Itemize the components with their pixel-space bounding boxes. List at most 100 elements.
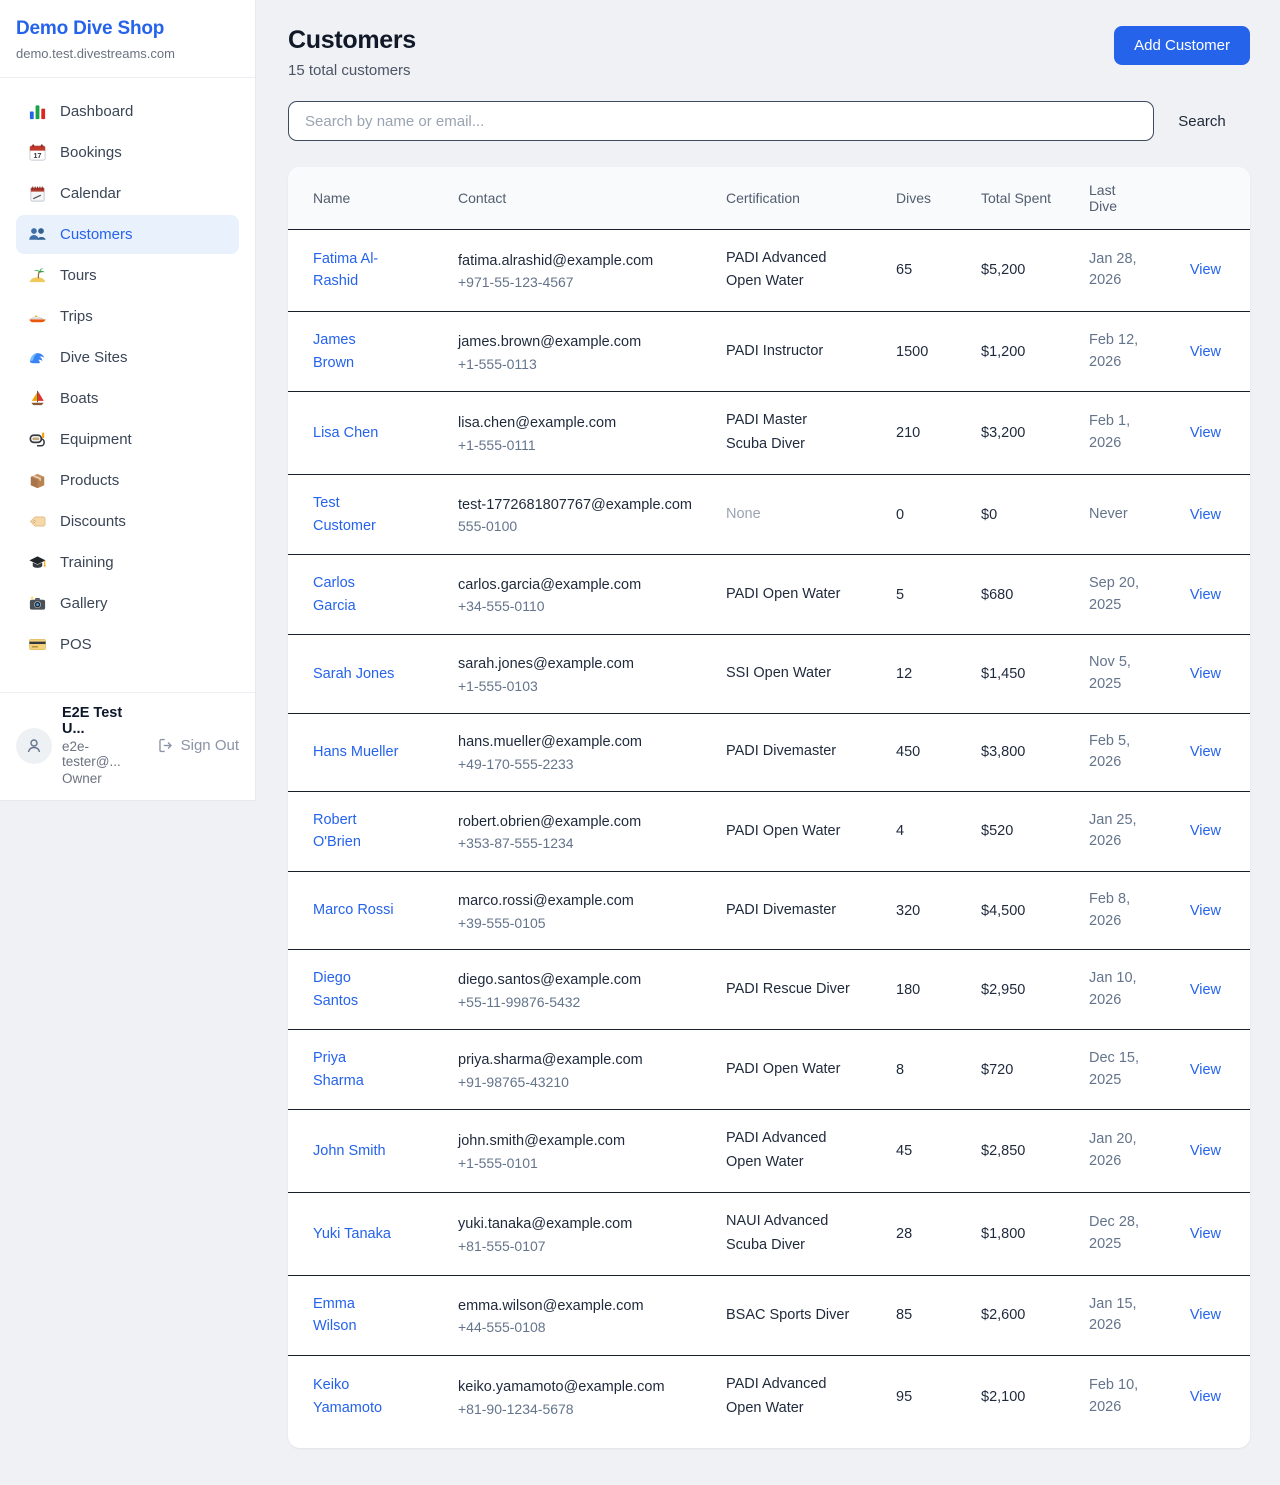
sidebar-item-dashboard[interactable]: Dashboard <box>16 92 239 131</box>
sidebar-item-pos[interactable]: POS <box>16 625 239 664</box>
sidebar-item-equipment[interactable]: Equipment <box>16 420 239 459</box>
customer-dives: 210 <box>884 392 969 475</box>
customer-phone: +81-555-0107 <box>458 1238 702 1254</box>
table-row: Emma Wilson emma.wilson@example.com +44-… <box>288 1276 1250 1356</box>
customer-last-dive: Feb 10, 2026 <box>1077 1355 1175 1437</box>
sign-out-label: Sign Out <box>181 737 239 754</box>
search-button[interactable]: Search <box>1154 103 1250 140</box>
view-link[interactable]: View <box>1190 507 1221 523</box>
sidebar-item-bookings[interactable]: 17Bookings <box>16 133 239 172</box>
customer-email: marco.rossi@example.com <box>458 891 702 913</box>
view-link[interactable]: View <box>1190 1143 1221 1159</box>
customer-phone: +353-87-555-1234 <box>458 835 702 851</box>
customer-certification: PADI Open Water <box>714 792 884 872</box>
view-link[interactable]: View <box>1190 903 1221 919</box>
customer-last-dive: Feb 12, 2026 <box>1077 312 1175 392</box>
column-header-last-dive: Last Dive <box>1077 167 1175 229</box>
view-link[interactable]: View <box>1190 344 1221 360</box>
customer-name-link[interactable]: Fatima Al-Rashid <box>313 251 378 289</box>
sidebar-item-training[interactable]: Training <box>16 543 239 582</box>
sidebar-item-discounts[interactable]: Discounts <box>16 502 239 541</box>
add-customer-button[interactable]: Add Customer <box>1114 26 1250 65</box>
view-link[interactable]: View <box>1190 744 1221 760</box>
customer-email: emma.wilson@example.com <box>458 1296 702 1318</box>
customer-certification: PADI Master Scuba Diver <box>714 392 884 475</box>
customer-email: diego.santos@example.com <box>458 970 702 992</box>
credit-card-icon <box>28 635 47 654</box>
customer-total-spent: $1,450 <box>969 635 1077 714</box>
view-link[interactable]: View <box>1190 262 1221 278</box>
customer-phone: +1-555-0111 <box>458 437 702 453</box>
sidebar-item-customers[interactable]: Customers <box>16 215 239 254</box>
customer-certification: PADI Divemaster <box>714 871 884 950</box>
view-link[interactable]: View <box>1190 982 1221 998</box>
sidebar-item-label: Dive Sites <box>60 349 128 366</box>
customer-name-link[interactable]: James Brown <box>313 332 356 370</box>
sailboat-icon <box>28 389 47 408</box>
customer-dives: 320 <box>884 871 969 950</box>
view-link[interactable]: View <box>1190 1062 1221 1078</box>
sidebar-item-trips[interactable]: Trips <box>16 297 239 336</box>
view-link[interactable]: View <box>1190 1307 1221 1323</box>
sidebar: Demo Dive Shop demo.test.divestreams.com… <box>0 0 256 801</box>
table-row: Robert O'Brien robert.obrien@example.com… <box>288 792 1250 872</box>
search-input[interactable] <box>288 101 1154 141</box>
customer-certification: PADI Open Water <box>714 1030 884 1110</box>
sidebar-item-label: Discounts <box>60 513 126 530</box>
customer-email: robert.obrien@example.com <box>458 812 702 834</box>
user-email: e2e-tester@... <box>62 739 147 769</box>
customer-name-link[interactable]: Yuki Tanaka <box>313 1226 391 1242</box>
table-row: Diego Santos diego.santos@example.com +5… <box>288 950 1250 1030</box>
svg-text:17: 17 <box>34 152 42 160</box>
customers-table: NameContactCertificationDivesTotal Spent… <box>288 167 1250 1438</box>
table-row: Marco Rossi marco.rossi@example.com +39-… <box>288 871 1250 950</box>
customer-phone: +91-98765-43210 <box>458 1074 702 1090</box>
sidebar-item-boats[interactable]: Boats <box>16 379 239 418</box>
sign-out-button[interactable]: Sign Out <box>157 737 239 754</box>
customer-name-link[interactable]: Diego Santos <box>313 970 358 1008</box>
customer-name-link[interactable]: Lisa Chen <box>313 425 378 441</box>
spiral-calendar-icon <box>28 184 47 203</box>
sidebar-item-label: Tours <box>60 267 97 284</box>
customer-email: test-1772681807767@example.com <box>458 495 702 517</box>
customer-certification: PADI Advanced Open Water <box>714 1355 884 1437</box>
customer-last-dive: Dec 15, 2025 <box>1077 1030 1175 1110</box>
customer-certification: PADI Advanced Open Water <box>714 229 884 312</box>
view-link[interactable]: View <box>1190 666 1221 682</box>
sidebar-item-gallery[interactable]: Gallery <box>16 584 239 623</box>
customer-dives: 180 <box>884 950 969 1030</box>
sidebar-item-products[interactable]: Products <box>16 461 239 500</box>
sidebar-item-calendar[interactable]: Calendar <box>16 174 239 213</box>
customer-certification: BSAC Sports Diver <box>714 1276 884 1356</box>
customer-name-link[interactable]: Test Customer <box>313 495 376 533</box>
customer-phone: +81-90-1234-5678 <box>458 1401 702 1417</box>
customer-total-spent: $720 <box>969 1030 1077 1110</box>
view-link[interactable]: View <box>1190 823 1221 839</box>
customer-name-link[interactable]: Robert O'Brien <box>313 812 361 850</box>
customer-name-link[interactable]: Emma Wilson <box>313 1296 357 1334</box>
user-name: E2E Test U... <box>62 705 147 737</box>
customer-name-link[interactable]: Sarah Jones <box>313 666 394 682</box>
customer-last-dive: Jan 25, 2026 <box>1077 792 1175 872</box>
customer-name-link[interactable]: Marco Rossi <box>313 902 394 918</box>
customer-total-spent: $3,800 <box>969 713 1077 792</box>
view-link[interactable]: View <box>1190 587 1221 603</box>
customer-name-link[interactable]: Hans Mueller <box>313 744 398 760</box>
customer-name-link[interactable]: Carlos Garcia <box>313 575 356 613</box>
view-link[interactable]: View <box>1190 1389 1221 1405</box>
customer-dives: 5 <box>884 555 969 635</box>
view-link[interactable]: View <box>1190 425 1221 441</box>
customer-dives: 28 <box>884 1193 969 1276</box>
customer-dives: 450 <box>884 713 969 792</box>
sidebar-item-label: Gallery <box>60 595 108 612</box>
customer-total-spent: $2,950 <box>969 950 1077 1030</box>
sidebar-item-dive-sites[interactable]: Dive Sites <box>16 338 239 377</box>
customer-total-spent: $1,800 <box>969 1193 1077 1276</box>
customer-dives: 45 <box>884 1110 969 1193</box>
customer-name-link[interactable]: John Smith <box>313 1143 386 1159</box>
view-link[interactable]: View <box>1190 1226 1221 1242</box>
customer-name-link[interactable]: Keiko Yamamoto <box>313 1377 382 1415</box>
customer-name-link[interactable]: Priya Sharma <box>313 1050 364 1088</box>
customer-phone: +1-555-0103 <box>458 678 702 694</box>
sidebar-item-tours[interactable]: Tours <box>16 256 239 295</box>
